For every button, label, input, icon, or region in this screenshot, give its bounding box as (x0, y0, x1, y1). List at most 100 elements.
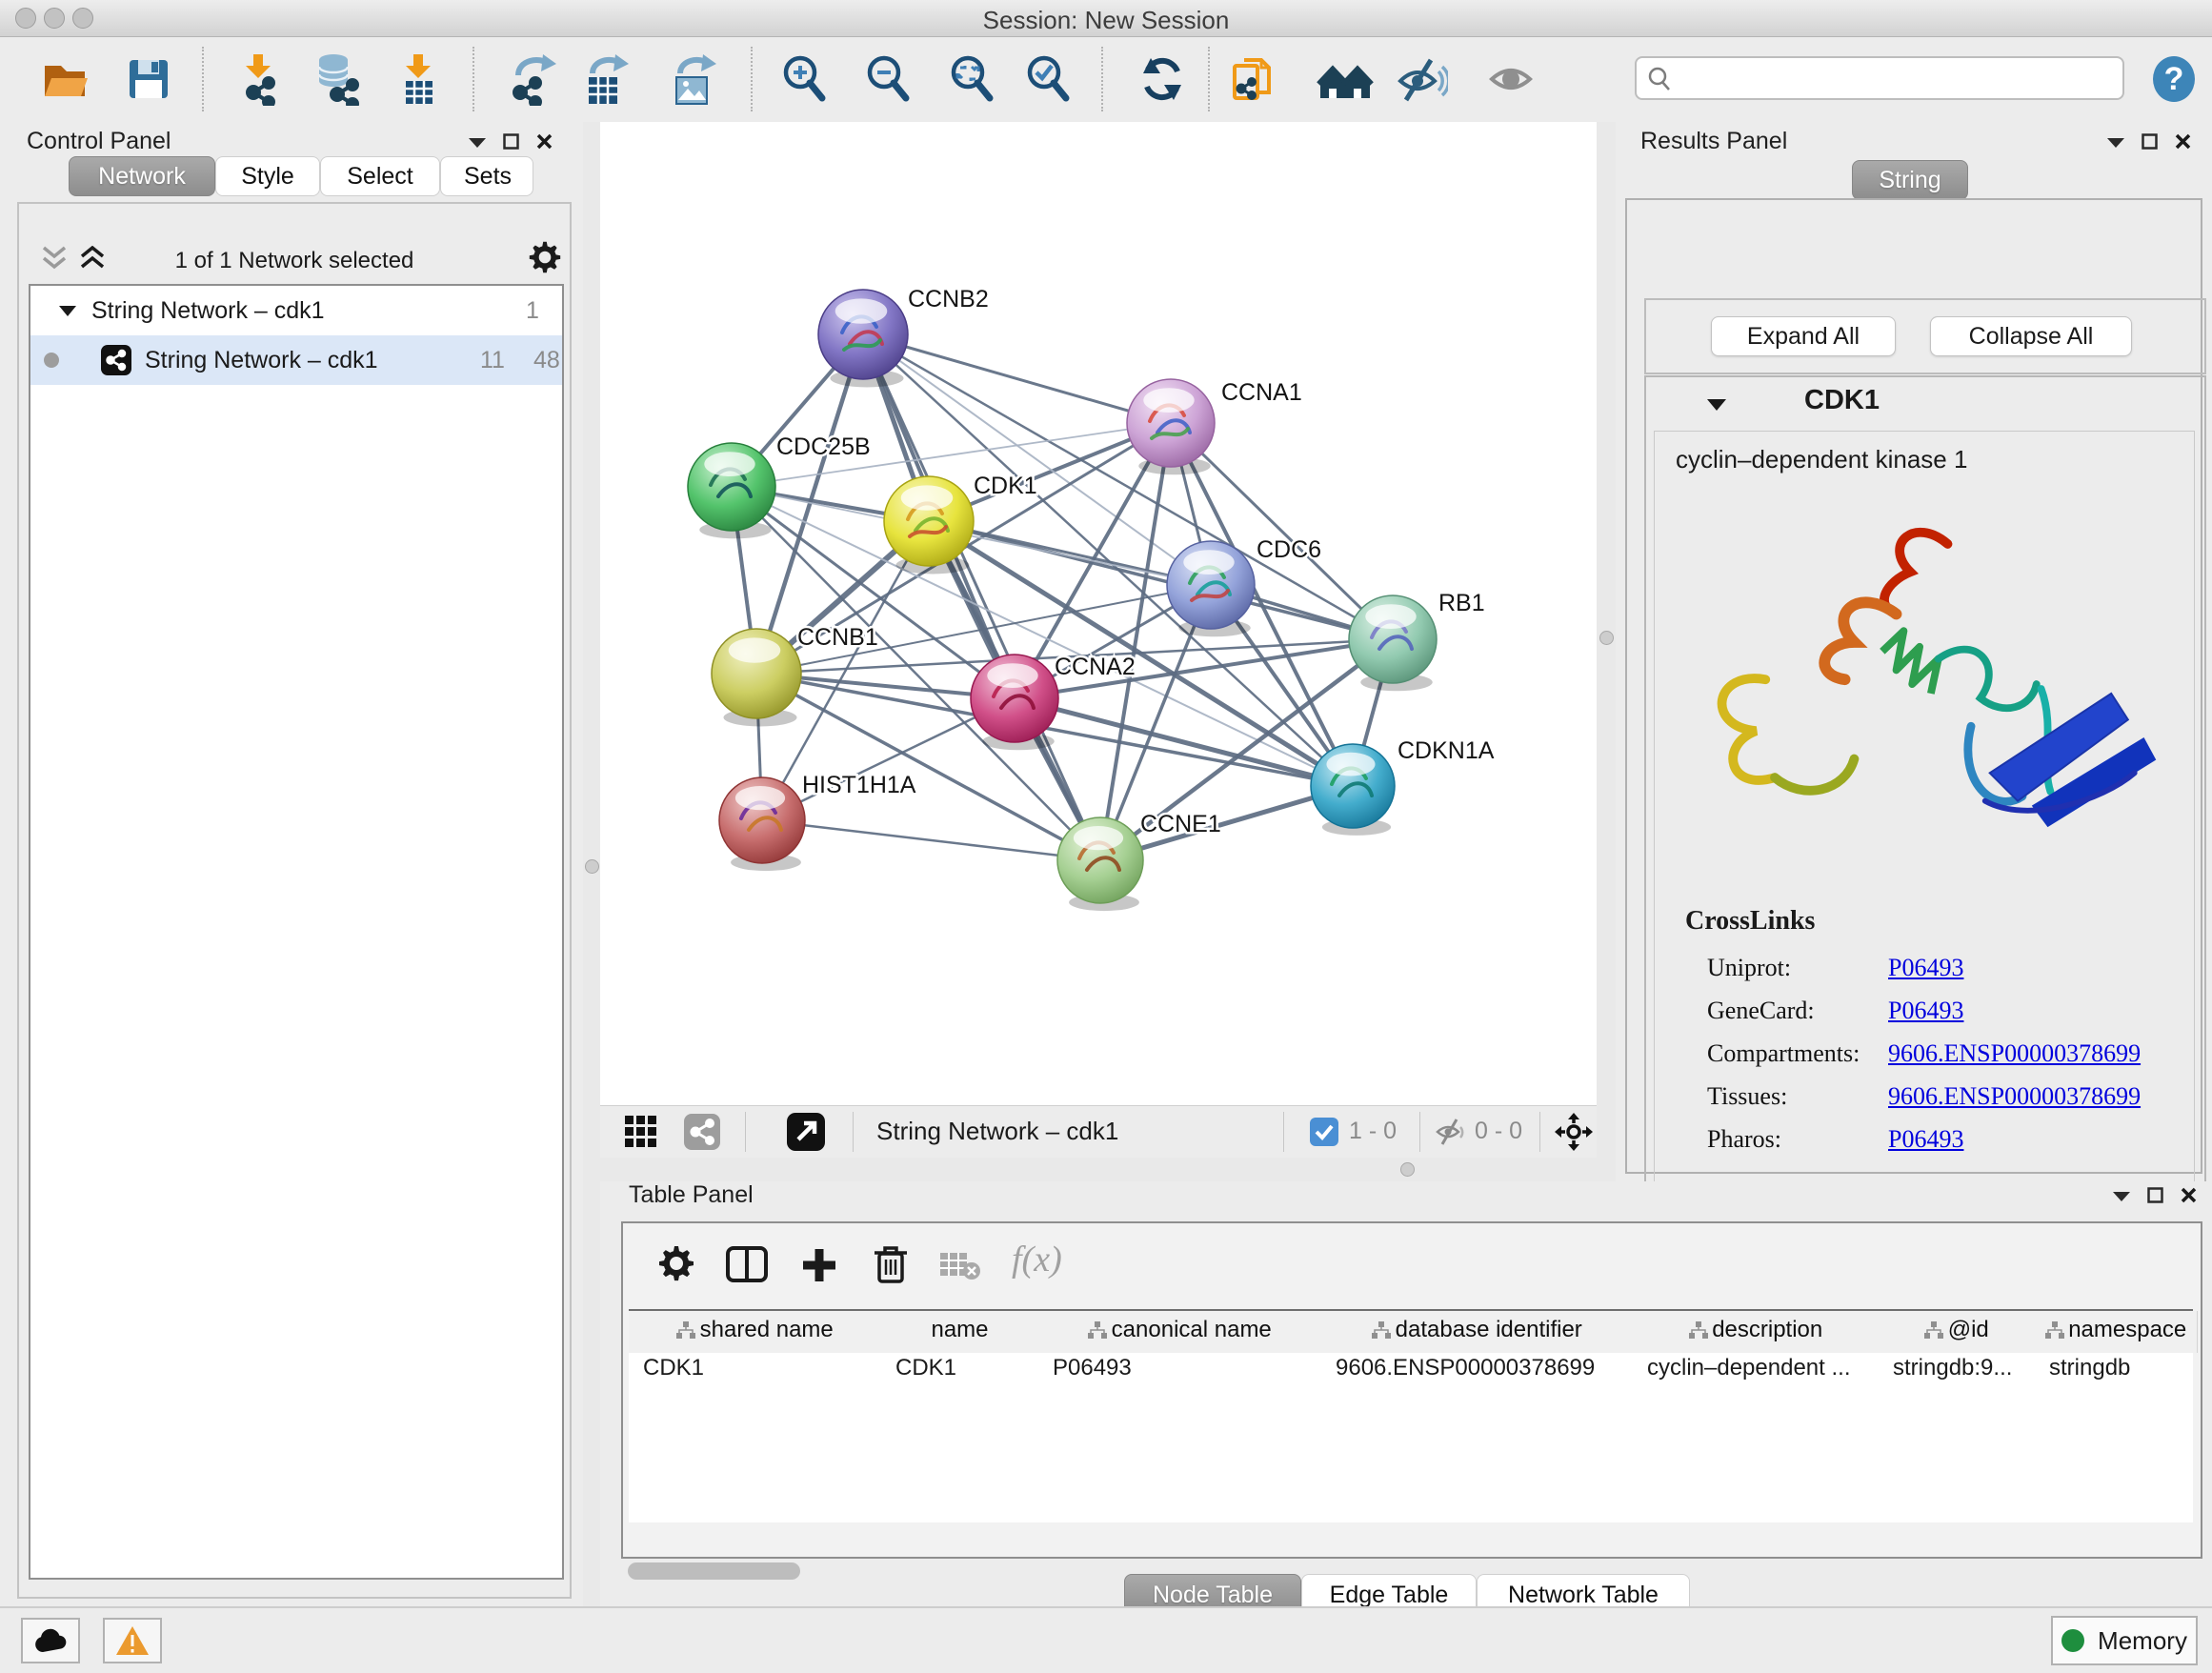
table-cell[interactable]: CDK1 (881, 1347, 1038, 1385)
node-label: CDC6 (1257, 536, 1321, 563)
zoom-in-button[interactable] (775, 50, 833, 108)
table-cell[interactable]: stringdb:9... (1879, 1347, 2035, 1385)
add-column-button[interactable] (800, 1246, 838, 1289)
warnings-button[interactable] (103, 1618, 162, 1663)
delete-column-button[interactable] (873, 1244, 909, 1289)
column-network-icon (1372, 1321, 1391, 1339)
splitter-grip[interactable] (1599, 631, 1614, 645)
collapse-all-button[interactable]: Collapse All (1930, 316, 2132, 356)
panel-close-icon[interactable] (536, 133, 553, 150)
network-node[interactable] (719, 777, 805, 871)
network-node[interactable] (1349, 595, 1437, 691)
tab-select[interactable]: Select (320, 156, 440, 196)
table-cell[interactable]: P06493 (1038, 1347, 1321, 1385)
panel-float-icon[interactable] (2113, 1190, 2130, 1201)
zoom-fit-button[interactable] (943, 50, 1000, 108)
double-home-icon (1317, 54, 1374, 104)
grid-view-button[interactable] (625, 1116, 657, 1153)
splitter-left[interactable] (583, 122, 600, 1606)
table-horizontal-scrollbar[interactable] (628, 1562, 800, 1580)
panel-float-icon[interactable] (469, 136, 486, 148)
table-cell[interactable]: stringdb (2035, 1347, 2197, 1385)
network-node[interactable] (971, 655, 1058, 750)
network-node-count: 11 (480, 347, 505, 374)
table-cell[interactable]: CDK1 (629, 1347, 881, 1385)
import-network-file-button[interactable] (231, 50, 288, 108)
gear-icon (528, 240, 562, 274)
network-node[interactable] (712, 629, 801, 726)
panel-maximize-icon[interactable] (2142, 133, 2158, 150)
zoom-out-button[interactable] (859, 50, 916, 108)
help-button[interactable]: ? (2145, 50, 2202, 108)
crosslink-link[interactable]: P06493 (1888, 954, 1963, 982)
splitter-grip[interactable] (585, 859, 599, 874)
zoom-fit-icon (945, 52, 998, 106)
export-table-button[interactable] (577, 50, 634, 108)
show-all-networks-button[interactable] (1317, 50, 1374, 108)
tab-style[interactable]: Style (215, 156, 320, 196)
columns-icon (726, 1246, 768, 1282)
refresh-view-button[interactable] (1134, 50, 1191, 108)
network-view-mode-button[interactable] (684, 1114, 720, 1155)
results-panel: Results Panel String Expand All Collapse… (1616, 122, 2212, 1181)
network-node[interactable] (1127, 379, 1215, 474)
export-network-button[interactable] (505, 50, 562, 108)
memory-button[interactable]: Memory (2051, 1616, 2198, 1665)
crosslink-link[interactable]: 9606.ENSP00000378699 (1888, 1039, 2141, 1068)
expand-all-button[interactable]: Expand All (1711, 316, 1896, 356)
network-node[interactable] (688, 443, 775, 538)
hide-graphics-details-button[interactable] (1393, 50, 1450, 108)
section-expander-icon[interactable] (1707, 398, 1726, 412)
splitter-right[interactable] (1597, 122, 1616, 1181)
network-edge-count: 48 (533, 347, 560, 374)
import-network-from-database-button[interactable] (311, 50, 368, 108)
export-image-button[interactable] (665, 50, 722, 108)
table-settings-button[interactable] (657, 1244, 695, 1287)
network-panel-gear-button[interactable] (528, 240, 562, 279)
hidden-toggle[interactable] (1435, 1118, 1467, 1151)
network-node[interactable] (1167, 541, 1255, 636)
crosslink-link[interactable]: P06493 (1888, 1125, 1963, 1154)
panel-close-icon[interactable] (2181, 1187, 2197, 1203)
column-network-icon (2045, 1321, 2064, 1339)
network-node[interactable] (1311, 744, 1395, 836)
splitter-grip[interactable] (1400, 1162, 1415, 1177)
eye-slash-icon (1395, 54, 1448, 104)
panel-close-icon[interactable] (2175, 133, 2191, 150)
network-node[interactable] (1057, 817, 1143, 911)
table-cell[interactable]: 9606.ENSP00000378699 (1321, 1347, 1633, 1385)
crosslink-link[interactable]: 9606.ENSP00000378699 (1888, 1082, 2141, 1111)
zoom-selected-button[interactable] (1019, 50, 1076, 108)
network-node[interactable] (884, 476, 974, 574)
tab-network[interactable]: Network (69, 156, 215, 196)
network-graph[interactable]: CCNB2CCNA1CDC25BCDK1CDC6RB1CCNB1CCNA2CDK… (600, 122, 1597, 1105)
network-edge[interactable] (929, 521, 1393, 639)
search-input[interactable] (1680, 60, 2113, 94)
save-session-button[interactable] (120, 50, 177, 108)
crosslink-link[interactable]: P06493 (1888, 997, 1963, 1025)
crosslinks-list: Uniprot:P06493GeneCard:P06493Compartment… (1655, 954, 2194, 1168)
detach-view-button[interactable] (787, 1113, 825, 1156)
tab-sets[interactable]: Sets (440, 156, 533, 196)
pan-tool-button[interactable] (1553, 1111, 1595, 1158)
tree-expander-icon[interactable] (59, 305, 76, 317)
tab-string[interactable]: String (1852, 160, 1968, 200)
show-columns-button[interactable] (726, 1246, 768, 1287)
open-session-button[interactable] (36, 50, 93, 108)
selected-checkbox[interactable] (1310, 1118, 1338, 1151)
panel-maximize-icon[interactable] (503, 133, 519, 150)
table-cell[interactable]: cyclin–dependent ... (1633, 1347, 1879, 1385)
show-graphics-details-button[interactable] (1482, 50, 1539, 108)
cloud-status-button[interactable] (21, 1618, 80, 1663)
clone-network-button[interactable] (1225, 50, 1282, 108)
network-edge[interactable] (863, 334, 1171, 423)
share-view-icon (684, 1114, 720, 1150)
panel-float-icon[interactable] (2107, 136, 2124, 148)
crosshair-move-icon (1553, 1111, 1595, 1153)
panel-maximize-icon[interactable] (2147, 1187, 2163, 1203)
network-view-canvas[interactable]: CCNB2CCNA1CDC25BCDK1CDC6RB1CCNB1CCNA2CDK… (600, 122, 1597, 1105)
import-table-button[interactable] (391, 50, 448, 108)
network-row-selected[interactable]: String Network – cdk1 11 48 (30, 335, 562, 385)
network-collection-row[interactable]: String Network – cdk1 1 (30, 286, 562, 335)
network-edge[interactable] (762, 820, 1100, 860)
